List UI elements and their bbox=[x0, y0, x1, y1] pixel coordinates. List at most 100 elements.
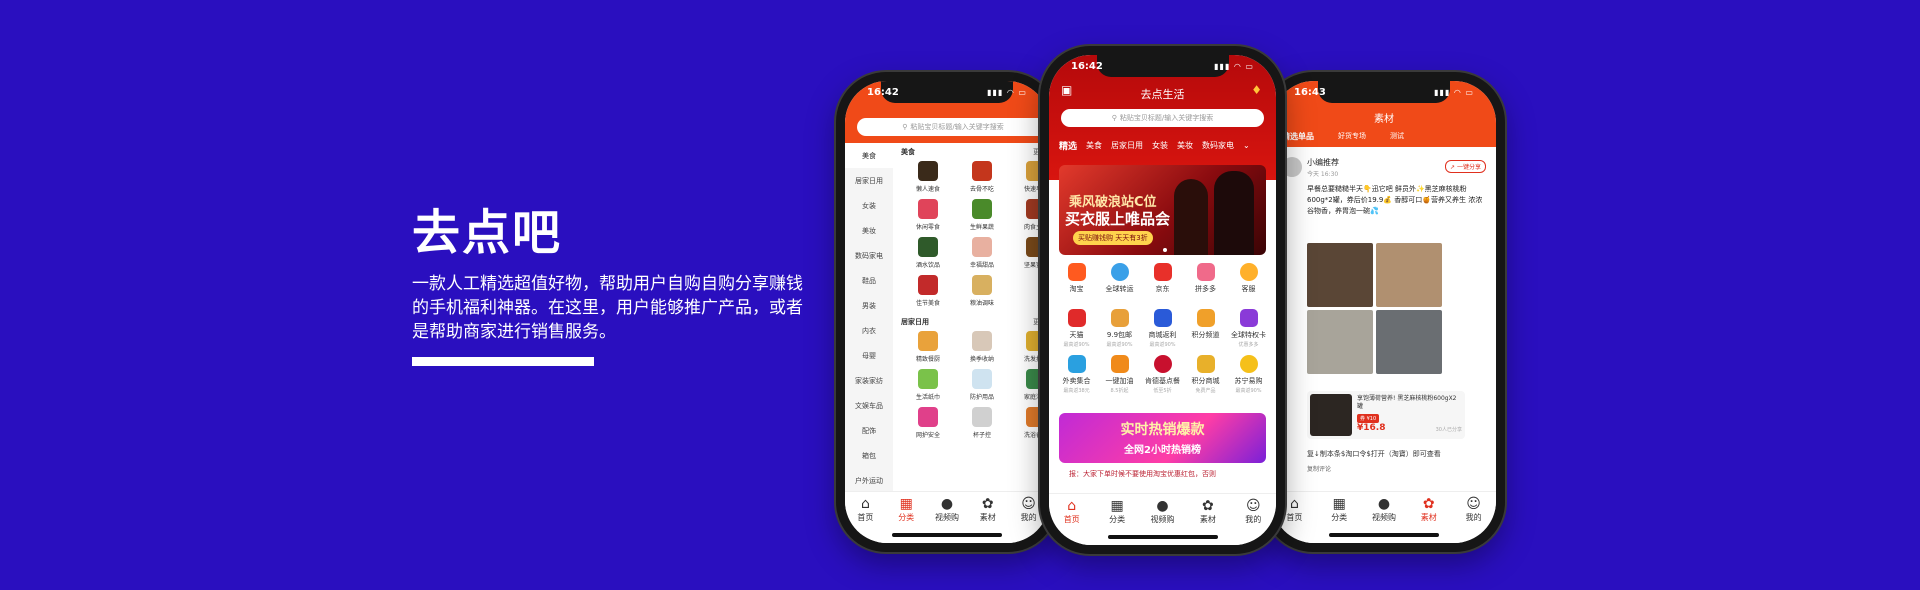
post-image[interactable] bbox=[1376, 310, 1442, 374]
post-image[interactable] bbox=[1376, 243, 1442, 307]
post-image[interactable] bbox=[1307, 243, 1373, 307]
home-indicator bbox=[1329, 533, 1439, 537]
tab-home[interactable]: ⌂ 首页 bbox=[1052, 498, 1092, 545]
product-image bbox=[972, 331, 992, 351]
category-tab[interactable]: 美妆 bbox=[1177, 140, 1193, 151]
taobao-icon bbox=[1067, 263, 1086, 281]
sidebar-item[interactable]: 家装家纺 bbox=[845, 368, 893, 393]
category-tab[interactable]: 数码家电 bbox=[1202, 140, 1234, 151]
sidebar-item[interactable]: 户外运动 bbox=[845, 468, 893, 493]
category-item[interactable]: 懒人速食 bbox=[901, 161, 955, 193]
phone-material: 16:43 ▮▮▮ ◠ ▭ 素材 精选单品 好货专场 测试 小编推荐 今天 16… bbox=[1263, 72, 1505, 552]
category-item[interactable]: 网护安全 bbox=[901, 407, 955, 439]
shortcut-pdd[interactable]: 拼多多 bbox=[1184, 263, 1227, 303]
tab-featured[interactable]: 精选 bbox=[1059, 139, 1077, 152]
shortcut-kfc[interactable]: 肯德基点餐 低至5折 bbox=[1141, 355, 1184, 395]
points-mall-icon bbox=[1196, 355, 1215, 373]
status-time: 16:42 bbox=[867, 87, 899, 98]
category-item[interactable]: 休闲零食 bbox=[901, 199, 955, 231]
shortcut-points-mall[interactable]: 积分商城 免费产品 bbox=[1184, 355, 1227, 395]
promo-line2: 全网2小时热销榜 bbox=[1124, 445, 1201, 456]
hero-banner[interactable]: 乘风破浪站C位 买衣服上唯品会 买贴赚钱购 天天有3折 bbox=[1059, 165, 1266, 255]
tab-featured-items[interactable]: 精选单品 bbox=[1282, 131, 1314, 142]
sidebar-item[interactable]: 美食 bbox=[845, 143, 893, 168]
post-author: 小编推荐 bbox=[1307, 158, 1339, 167]
category-tab[interactable]: 女装 bbox=[1152, 140, 1168, 151]
category-item[interactable]: 杯子控 bbox=[955, 407, 1009, 439]
search-bar[interactable]: ⚲ 粘贴宝贝标题/输入关键字搜索 bbox=[1061, 109, 1264, 127]
sidebar-item[interactable]: 母婴 bbox=[845, 343, 893, 368]
hot-sale-banner[interactable]: 实时热销爆款 全网2小时热销榜 bbox=[1059, 413, 1266, 463]
category-item[interactable]: 防护用品 bbox=[955, 369, 1009, 401]
category-tab[interactable]: 美食 bbox=[1086, 140, 1102, 151]
material-icon: ✿ bbox=[1422, 496, 1435, 512]
share-button[interactable]: ↗ 一键分享 bbox=[1445, 160, 1486, 173]
sidebar-item[interactable]: 箱包 bbox=[845, 443, 893, 468]
product-image bbox=[1310, 394, 1352, 436]
status-icons: ▮▮▮ ◠ ▭ bbox=[1434, 88, 1474, 97]
sidebar-item[interactable]: 内衣 bbox=[845, 318, 893, 343]
category-tab[interactable]: 居家日用 bbox=[1111, 140, 1143, 151]
category-item[interactable]: 幸福甜品 bbox=[955, 237, 1009, 269]
sidebar-item[interactable]: 文娱车品 bbox=[845, 393, 893, 418]
home-icon: ⌂ bbox=[860, 496, 870, 512]
sidebar-item[interactable]: 男装 bbox=[845, 293, 893, 318]
sidebar-item[interactable]: 美妆 bbox=[845, 218, 893, 243]
shortcut-suning[interactable]: 苏宁易购 最高返90% bbox=[1227, 355, 1270, 395]
category-grid: 精致餐厨 换季收纳 洗发护发 生活纸巾 防护用品 家庭清洁 网护安全 杯子控 洗… bbox=[901, 331, 1049, 439]
tab-good-goods[interactable]: 好货专场 bbox=[1338, 131, 1366, 142]
shortcut-takeout[interactable]: 外卖集合 最高返38元 bbox=[1055, 355, 1098, 395]
phone-category: 16:42 ▮▮▮ ◠ ▭ ⚲ 粘贴宝贝标题/输入关键字搜索 美食 居家日用 女… bbox=[836, 72, 1058, 552]
coupon-badge: 券 ¥10 bbox=[1357, 414, 1380, 423]
category-item[interactable]: 换季收纳 bbox=[955, 331, 1009, 363]
copy-comment-button[interactable]: 复制评论 bbox=[1307, 464, 1331, 473]
share-icon: ↗ bbox=[1450, 164, 1456, 171]
shortcut-99[interactable]: 9.9包邮 最高返90% bbox=[1098, 309, 1141, 349]
fuel-icon bbox=[1110, 355, 1129, 373]
avatar bbox=[1282, 157, 1302, 177]
bell-icon[interactable]: ♦ bbox=[1251, 83, 1262, 97]
category-item[interactable]: 粮油调味 bbox=[955, 275, 1009, 307]
search-icon: ⚲ bbox=[902, 123, 908, 131]
shortcut-jd[interactable]: 京东 bbox=[1141, 263, 1184, 303]
shortcut-card[interactable]: 全球特权卡 优惠多多 bbox=[1227, 309, 1270, 349]
tab-mine[interactable]: ☺ 我的 bbox=[1454, 496, 1494, 543]
search-bar[interactable]: ⚲ 粘贴宝贝标题/输入关键字搜索 bbox=[857, 118, 1049, 136]
shortcut-taobao[interactable]: 淘宝 bbox=[1055, 263, 1098, 303]
chevron-down-icon[interactable]: ⌄ bbox=[1243, 141, 1250, 150]
tab-test[interactable]: 测试 bbox=[1390, 131, 1404, 142]
card-icon bbox=[1239, 309, 1258, 327]
category-item[interactable]: 去骨不吃 bbox=[955, 161, 1009, 193]
shortcut-points[interactable]: 积分频道 bbox=[1184, 309, 1227, 349]
shortcut-global[interactable]: 全球转运 bbox=[1098, 263, 1141, 303]
sidebar-item[interactable]: 数码家电 bbox=[845, 243, 893, 268]
category-grid: 懒人速食 去骨不吃 快速早餐 休闲零食 生鲜果蔬 肉食主义 酒水饮品 幸福甜品 … bbox=[901, 161, 1049, 307]
category-item[interactable]: 酒水饮品 bbox=[901, 237, 955, 269]
copy-text: 复↓制本条$淘口令$打开（淘寶）即可查看 bbox=[1307, 450, 1441, 458]
category-item[interactable]: 精致餐厨 bbox=[901, 331, 955, 363]
shortcut-tmall[interactable]: 天猫 最高返90% bbox=[1055, 309, 1098, 349]
post-image[interactable] bbox=[1307, 310, 1373, 374]
tmall-icon bbox=[1067, 309, 1086, 327]
category-item[interactable]: 生活纸巾 bbox=[901, 369, 955, 401]
video-icon: ● bbox=[1156, 498, 1169, 514]
product-image bbox=[972, 275, 992, 295]
shortcut-fuel[interactable]: 一键加油 8.5折起 bbox=[1098, 355, 1141, 395]
category-item[interactable]: 生鲜果蔬 bbox=[955, 199, 1009, 231]
category-item[interactable]: 佳节美食 bbox=[901, 275, 955, 307]
shortcut-service[interactable]: 客服 bbox=[1227, 263, 1270, 303]
sidebar-item[interactable]: 居家日用 bbox=[845, 168, 893, 193]
globe-icon bbox=[1110, 263, 1129, 281]
phone-home: 16:42 ▮▮▮ ◠ ▭ ▣ 去点生活 ♦ ⚲ 粘贴宝贝标题/输入关键字搜索 … bbox=[1040, 46, 1285, 554]
product-image bbox=[918, 199, 938, 219]
notice-ticker[interactable]: 报：大家下单时候不要使用淘宝优惠红包，否则 bbox=[1063, 467, 1262, 481]
sidebar-item[interactable]: 鞋品 bbox=[845, 268, 893, 293]
sidebar-item[interactable]: 配饰 bbox=[845, 418, 893, 443]
tab-mine[interactable]: ☺ 我的 bbox=[1233, 498, 1273, 545]
product-card[interactable]: 享饱薄荷营养! 黑芝麻核桃粉600gX2罐 券 ¥10 ¥16.8 30人已分享 bbox=[1307, 391, 1465, 439]
sidebar-item[interactable]: 女装 bbox=[845, 193, 893, 218]
tab-home[interactable]: ⌂ 首页 bbox=[845, 496, 885, 543]
shortcut-mall[interactable]: 商城返利 最高返90% bbox=[1141, 309, 1184, 349]
search-icon: ⚲ bbox=[1111, 114, 1117, 122]
status-time: 16:43 bbox=[1294, 87, 1326, 98]
